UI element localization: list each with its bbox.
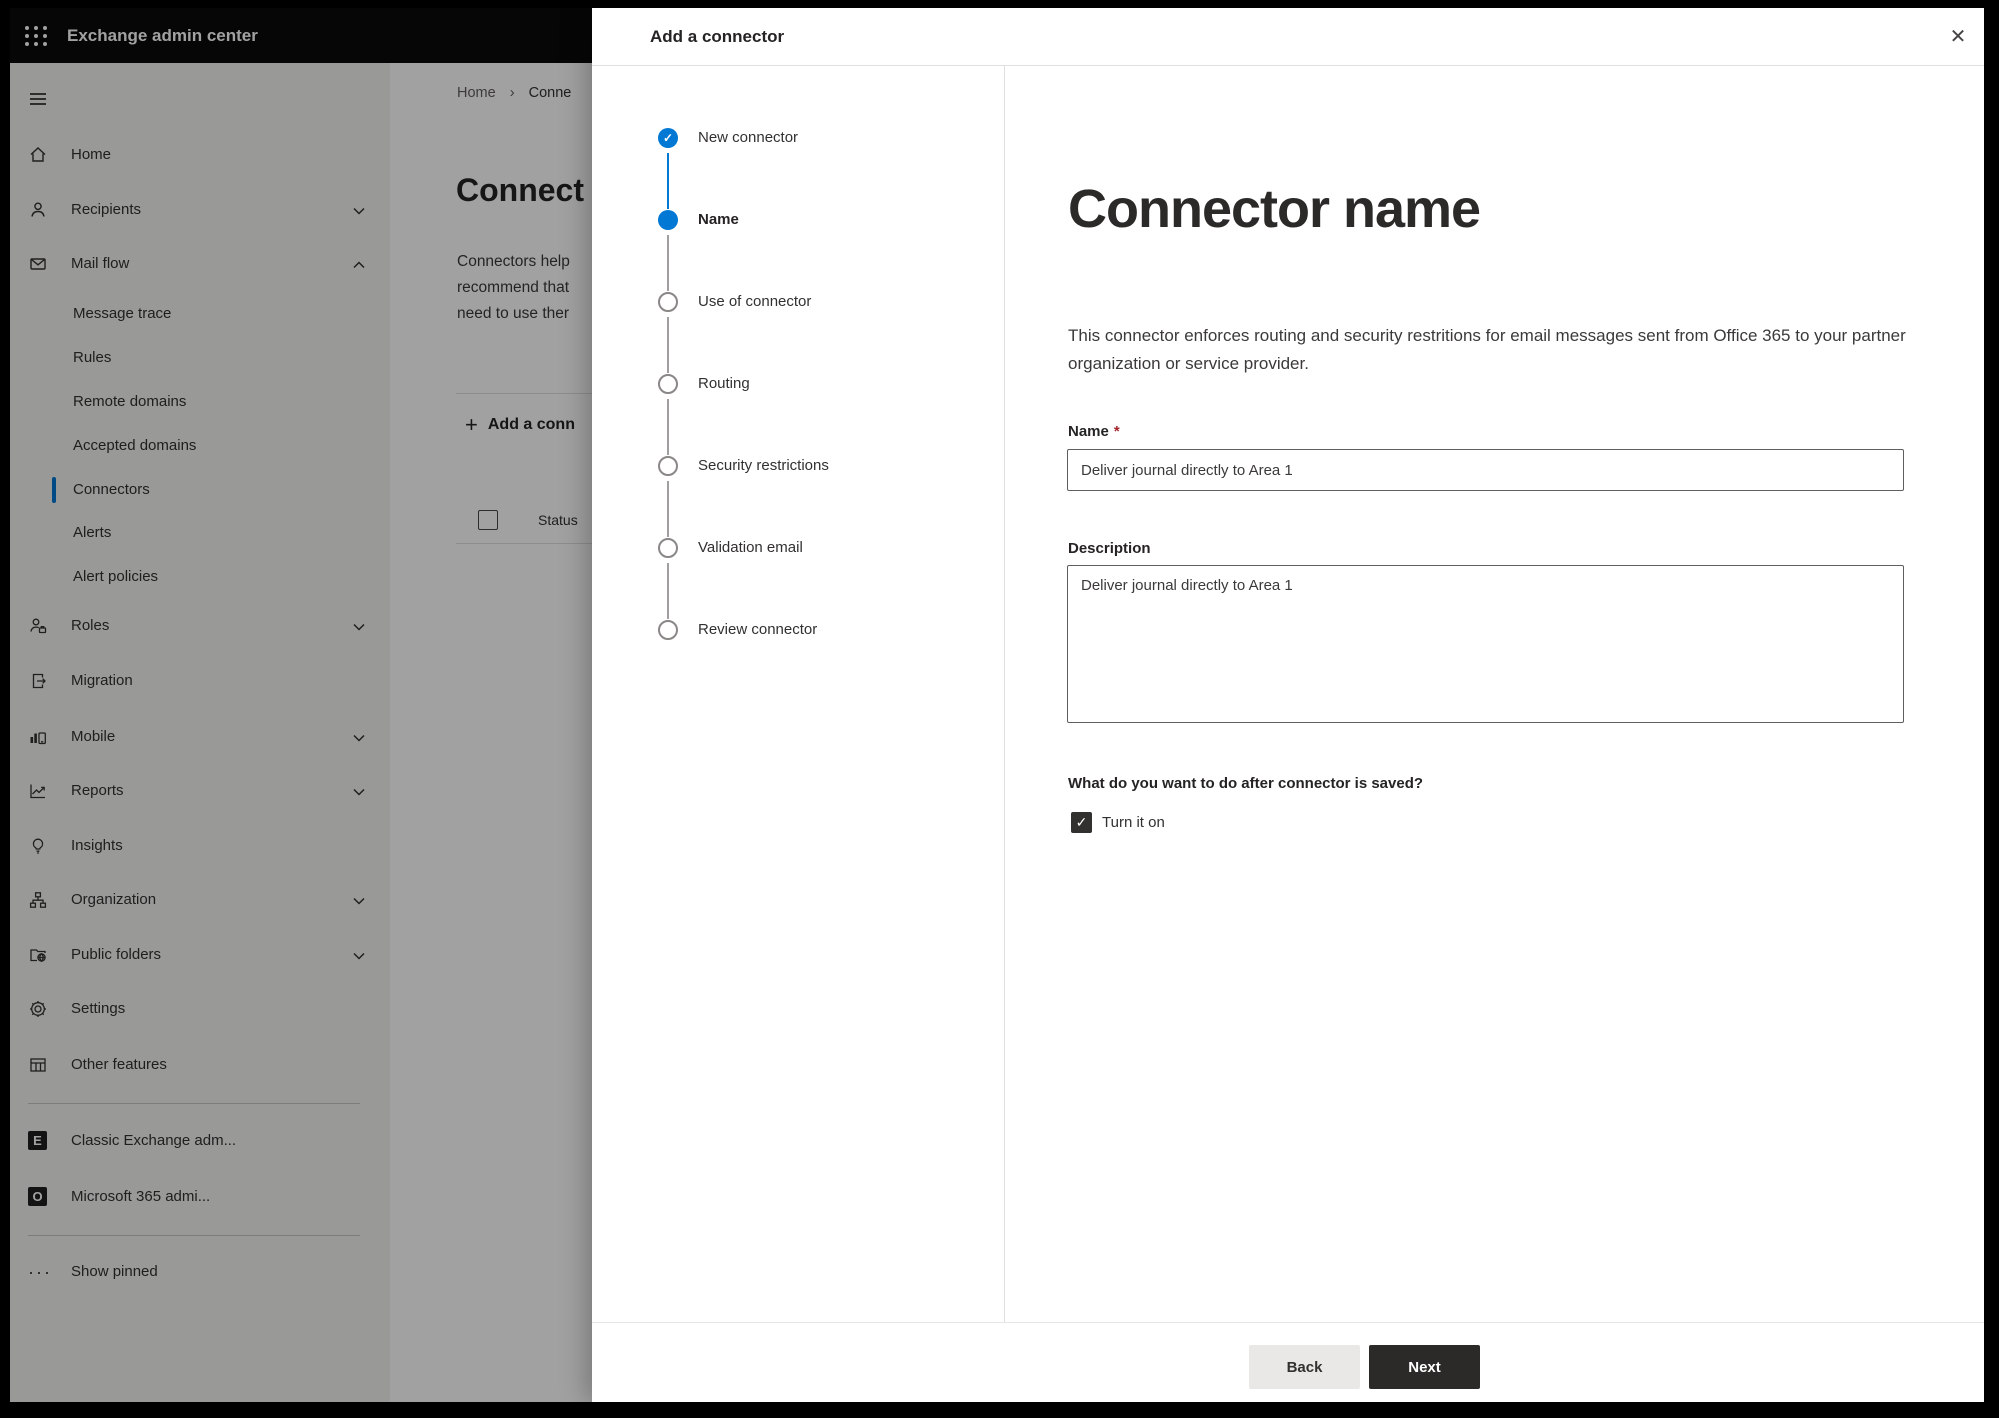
step-circle-upcoming: [658, 620, 678, 640]
step-connector-line: [667, 481, 669, 537]
description-textarea[interactable]: Deliver journal directly to Area 1: [1067, 565, 1904, 723]
step-connector-line: [667, 399, 669, 455]
step-circle-upcoming: [658, 456, 678, 476]
close-icon[interactable]: ✕: [1942, 21, 1974, 53]
step-circle-upcoming: [658, 538, 678, 558]
step-connector-line: [667, 317, 669, 373]
step-circle-current: [658, 210, 678, 230]
turn-it-on-label[interactable]: Turn it on: [1102, 812, 1165, 833]
modal-header: Add a connector ✕: [592, 8, 1984, 66]
wizard-step-new-connector[interactable]: New connector: [698, 128, 798, 148]
connector-name-heading: Connector name: [1068, 179, 1481, 239]
step-circle-upcoming: [658, 374, 678, 394]
wizard-step-name[interactable]: Name: [698, 210, 739, 230]
add-connector-modal: Add a connector ✕ ✓ New connector Name U…: [592, 8, 1984, 1402]
wizard-step-review-connector[interactable]: Review connector: [698, 620, 817, 640]
modal-footer: Back Next: [592, 1322, 1984, 1402]
required-asterisk: *: [1113, 423, 1120, 440]
wizard-step-use-of-connector[interactable]: Use of connector: [698, 292, 811, 312]
after-save-question: What do you want to do after connector i…: [1068, 775, 1424, 792]
name-input[interactable]: [1067, 449, 1904, 491]
step-connector-line: [667, 153, 669, 209]
back-button[interactable]: Back: [1249, 1345, 1360, 1389]
step-circle-upcoming: [658, 292, 678, 312]
wizard-step-routing[interactable]: Routing: [698, 374, 750, 394]
description-field-label: Description: [1068, 540, 1151, 557]
screenshot-frame: Exchange admin center Home Recipients Ma…: [0, 0, 1999, 1418]
wizard-steps-panel: ✓ New connector Name Use of connector Ro…: [592, 66, 1005, 1322]
step-connector-line: [667, 563, 669, 619]
step-circle-completed: ✓: [658, 128, 678, 148]
connector-description-text: This connector enforces routing and secu…: [1068, 326, 1906, 373]
wizard-step-security-restrictions[interactable]: Security restrictions: [698, 456, 829, 476]
wizard-step-validation-email[interactable]: Validation email: [698, 538, 803, 558]
step-connector-line: [667, 235, 669, 291]
next-button[interactable]: Next: [1369, 1345, 1480, 1389]
turn-it-on-checkbox[interactable]: ✓: [1071, 812, 1092, 833]
name-field-label: Name *: [1068, 423, 1120, 440]
modal-title: Add a connector: [650, 27, 785, 46]
